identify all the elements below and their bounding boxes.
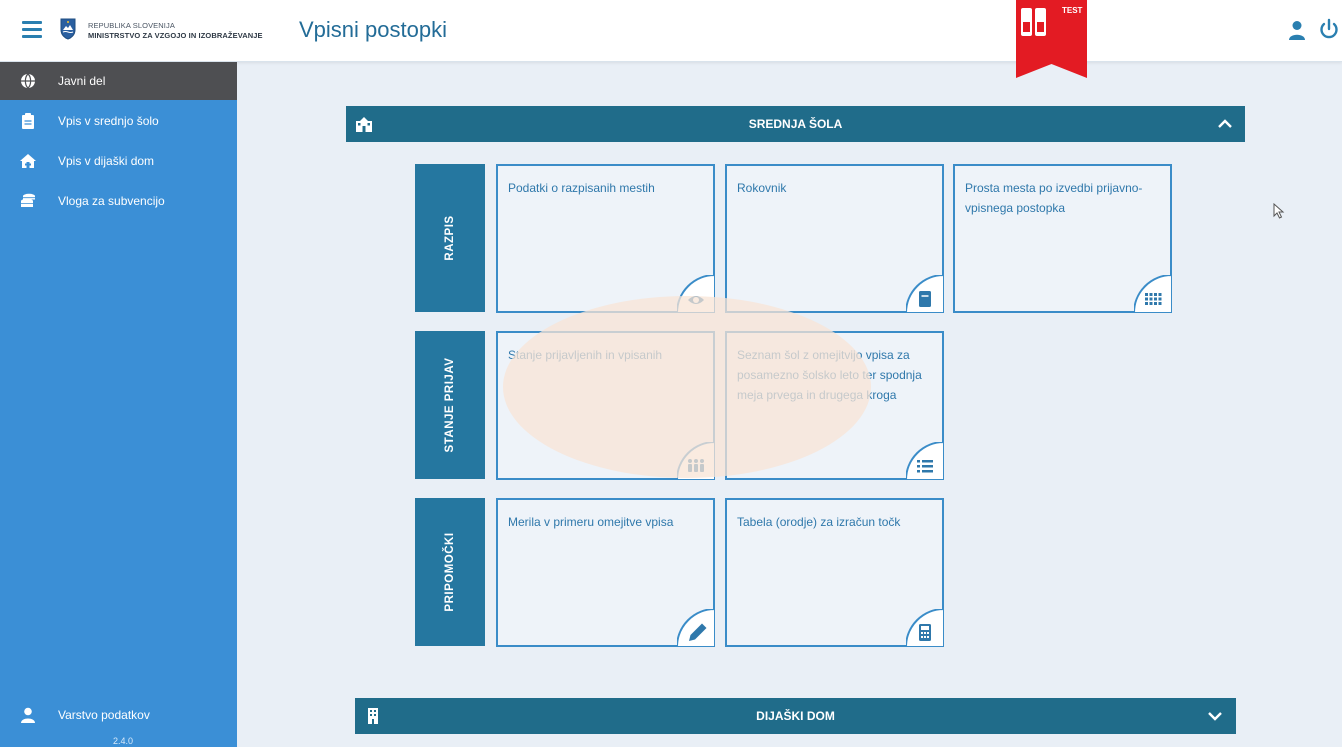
ministry-line1: REPUBLIKA SLOVENIJA xyxy=(88,21,175,30)
panel-srednja-sola-header[interactable]: SREDNJA ŠOLA xyxy=(346,106,1245,142)
chevron-up-icon[interactable] xyxy=(1217,116,1233,132)
top-bar: REPUBLIKA SLOVENIJA MINISTRSTVO ZA VZGOJ… xyxy=(0,0,1342,78)
sidebar-item-vpis-srednja-sola[interactable]: Vpis v srednjo šolo xyxy=(0,102,237,140)
ministry-line2: MINISTRSTVO ZA VZGOJO IN IZOBRAŽEVANJE xyxy=(88,31,263,40)
section-label-text: STANJE PRIJAV xyxy=(444,357,456,453)
coat-of-arms-icon xyxy=(60,18,76,40)
tile-label: Merila v primeru omejitve vpisa xyxy=(508,515,674,529)
calculator-icon xyxy=(906,609,944,647)
tile-label: Seznam šol z omejitvijo vpisa za posamez… xyxy=(737,348,922,402)
sidebar-item-label: Vpis v dijaški dom xyxy=(58,154,155,168)
list-icon xyxy=(906,442,944,480)
chevron-down-icon[interactable] xyxy=(1207,708,1223,724)
coins-icon xyxy=(21,193,35,207)
section-label-text: PRIPOMOČKI xyxy=(444,532,456,612)
sidebar-item-javni-del[interactable]: Javni del xyxy=(0,62,237,100)
document-icon xyxy=(22,113,34,129)
panel-title: SREDNJA ŠOLA xyxy=(748,117,843,131)
user-icon xyxy=(21,707,35,723)
tile-label: Podatki o razpisanih mestih xyxy=(508,181,655,195)
menu-icon[interactable] xyxy=(22,21,42,39)
sidebar: Javni del Vpis v srednjo šolo Vpis v dij… xyxy=(0,62,237,747)
page-title: Vpisni postopki xyxy=(299,17,447,42)
sidebar-item-label: Javni del xyxy=(58,74,106,88)
section-label-stanje-prijav: STANJE PRIJAV xyxy=(415,331,485,479)
tile-seznam-sol-omejitvijo[interactable]: Seznam šol z omejitvijo vpisa za posamez… xyxy=(725,331,944,480)
sidebar-item-vpis-dijaski-dom[interactable]: Vpis v dijaški dom xyxy=(0,142,237,180)
tile-podatki-razpisanih-mestih[interactable]: Podatki o razpisanih mestih xyxy=(496,164,715,313)
tile-stanje-prijavljenih[interactable]: Stanje prijavljenih in vpisanih xyxy=(496,331,715,480)
version-number: 2.4.0 xyxy=(113,736,134,746)
test-label: TEST xyxy=(1062,6,1083,15)
sidebar-item-vloga-subvencija[interactable]: Vloga za subvencijo xyxy=(0,182,237,220)
people-icon xyxy=(677,442,715,480)
tile-label: Prosta mesta po izvedbi prijavno-vpisneg… xyxy=(965,181,1143,215)
tile-label: Tabela (orodje) za izračun točk xyxy=(737,515,901,529)
tile-merila-omejitve[interactable]: Merila v primeru omejitve vpisa xyxy=(496,498,715,647)
globe-icon xyxy=(21,73,35,89)
sidebar-item-label: Vpis v srednjo šolo xyxy=(58,114,159,128)
tile-label: Rokovnik xyxy=(737,181,787,195)
tile-label: Stanje prijavljenih in vpisanih xyxy=(508,348,663,362)
pencil-icon xyxy=(677,609,715,647)
power-icon[interactable] xyxy=(1318,18,1340,40)
user-icon[interactable] xyxy=(1288,20,1306,40)
tile-prosta-mesta[interactable]: Prosta mesta po izvedbi prijavno-vpisneg… xyxy=(953,164,1172,313)
tile-rokovnik[interactable]: Rokovnik xyxy=(725,164,944,313)
panel-title: DIJAŠKI DOM xyxy=(756,709,835,723)
section-label-pripomocki: PRIPOMOČKI xyxy=(415,498,485,646)
section-label-text: RAZPIS xyxy=(444,215,456,261)
grid-icon xyxy=(1134,275,1172,313)
section-label-razpis: RAZPIS xyxy=(415,164,485,312)
panel-dijaski-dom-header[interactable]: DIJAŠKI DOM xyxy=(355,698,1236,734)
sidebar-item-label: Vloga za subvencijo xyxy=(58,194,165,208)
tile-tabela-izracun-tock[interactable]: Tabela (orodje) za izračun točk xyxy=(725,498,944,647)
sidebar-item-label: Varstvo podatkov xyxy=(58,708,150,722)
ministry-name: REPUBLIKA SLOVENIJA MINISTRSTVO ZA VZGOJ… xyxy=(88,21,263,41)
book-icon xyxy=(906,275,944,313)
eye-icon xyxy=(677,275,715,313)
house-icon xyxy=(20,154,36,168)
sidebar-item-varstvo-podatkov[interactable]: Varstvo podatkov xyxy=(0,696,237,734)
mouse-cursor-icon xyxy=(1273,203,1285,219)
